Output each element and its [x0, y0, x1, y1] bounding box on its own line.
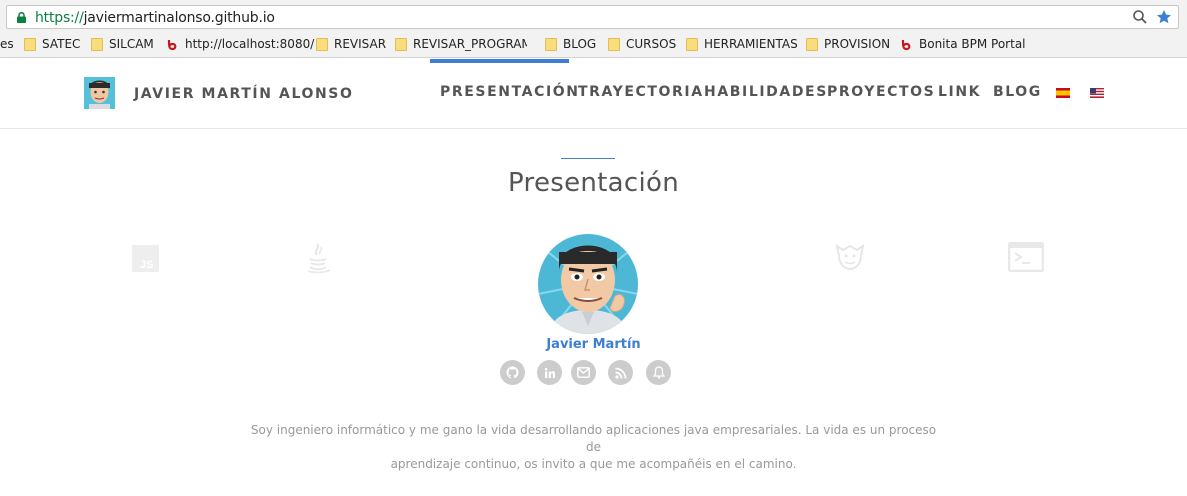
bookmark-folder[interactable]: SILCAM	[91, 37, 154, 51]
bookmark-item[interactable]: http://localhost:8080/	[166, 37, 314, 51]
bookmark-folder[interactable]: REVISAR_PROGRAMA	[395, 37, 527, 51]
linkedin-icon[interactable]	[537, 360, 562, 385]
jenkins-icon	[835, 243, 865, 271]
brand-avatar[interactable]	[84, 77, 115, 109]
bookmark-item[interactable]: Bonita BPM Portal	[900, 37, 1026, 51]
zoom-icon[interactable]	[1132, 9, 1148, 25]
profile-name: Javier Martín	[546, 337, 641, 352]
brand-name[interactable]: JAVIER MARTÍN ALONSO	[134, 86, 353, 102]
bookmark-folder[interactable]: CURSOS	[608, 37, 676, 51]
nav-trayectoria[interactable]: TRAYECTORIA	[578, 84, 704, 100]
url-scheme: https://	[35, 10, 84, 26]
address-bar[interactable]: https://javiermartinalonso.github.io	[6, 5, 1179, 29]
lock-icon	[17, 12, 26, 23]
rss-icon[interactable]	[608, 360, 633, 385]
folder-icon	[91, 37, 103, 51]
folder-icon	[608, 37, 620, 51]
active-nav-indicator	[430, 59, 569, 63]
folder-icon	[395, 37, 407, 51]
java-icon	[307, 243, 331, 274]
bookmarks-bar: es SATEC SILCAM http://localhost:8080/ R…	[0, 32, 1187, 58]
usa-flag-icon[interactable]	[1090, 88, 1104, 98]
nav-presentacion[interactable]: PRESENTACIÓN	[440, 84, 580, 100]
nav-proyectos[interactable]: PROYECTOS	[827, 84, 935, 100]
title-underline	[561, 158, 615, 159]
bookmark-label: REVISAR	[334, 37, 387, 51]
terminal-icon	[1008, 242, 1044, 272]
bookmark-folder[interactable]: SATEC	[24, 37, 80, 51]
bookmark-label: SATEC	[42, 37, 81, 51]
bookmark-folder[interactable]: BLOG	[545, 37, 596, 51]
bonita-icon	[901, 39, 911, 50]
spain-flag-icon[interactable]	[1056, 88, 1070, 98]
nav-link[interactable]: LINK	[938, 84, 981, 100]
profile-avatar	[538, 234, 638, 334]
bookmark-label: CURSOS	[626, 37, 677, 51]
nav-blog[interactable]: BLOG	[993, 84, 1042, 100]
bookmark-item[interactable]: es	[0, 37, 14, 51]
bookmark-star-icon[interactable]	[1156, 9, 1172, 25]
browser-toolbar: https://javiermartinalonso.github.io	[0, 0, 1187, 32]
section-title: Presentación	[508, 168, 679, 198]
bookmark-folder[interactable]: REVISAR	[316, 37, 386, 51]
site-header: JAVIER MARTÍN ALONSO PRESENTACIÓN TRAYEC…	[0, 59, 1187, 129]
bell-icon[interactable]	[646, 360, 671, 385]
bookmark-label: SILCAM	[109, 37, 154, 51]
github-icon[interactable]	[500, 360, 525, 385]
svg-text:JS: JS	[140, 259, 153, 271]
javascript-icon: JS	[132, 245, 159, 272]
intro-line-2: aprendizaje continuo, os invito a que me…	[390, 457, 797, 471]
bookmark-label: http://localhost:8080/	[185, 37, 315, 51]
bookmark-folder[interactable]: HERRAMIENTAS	[686, 37, 798, 51]
folder-icon	[316, 37, 328, 51]
email-icon[interactable]	[571, 360, 596, 385]
nav-habilidades[interactable]: HABILIDADES	[704, 84, 828, 100]
bookmark-label: es	[0, 37, 14, 51]
url-text[interactable]: https://javiermartinalonso.github.io	[35, 10, 275, 26]
folder-icon	[24, 37, 36, 51]
intro-line-1: Soy ingeniero informático y me gano la v…	[250, 423, 937, 454]
bookmark-label: PROVISION	[824, 37, 891, 51]
bonita-icon	[167, 39, 177, 50]
folder-icon	[806, 37, 818, 51]
intro-text: Soy ingeniero informático y me gano la v…	[250, 422, 937, 473]
bookmark-folder[interactable]: PROVISION	[806, 37, 890, 51]
folder-icon	[545, 37, 557, 51]
url-domain: javiermartinalonso.github.io	[83, 10, 275, 26]
bookmark-label: HERRAMIENTAS	[704, 37, 798, 51]
bookmark-label: BLOG	[563, 37, 597, 51]
bookmark-label: Bonita BPM Portal	[919, 37, 1026, 51]
bookmark-label: REVISAR_PROGRAMA	[413, 37, 527, 51]
folder-icon	[686, 37, 698, 51]
